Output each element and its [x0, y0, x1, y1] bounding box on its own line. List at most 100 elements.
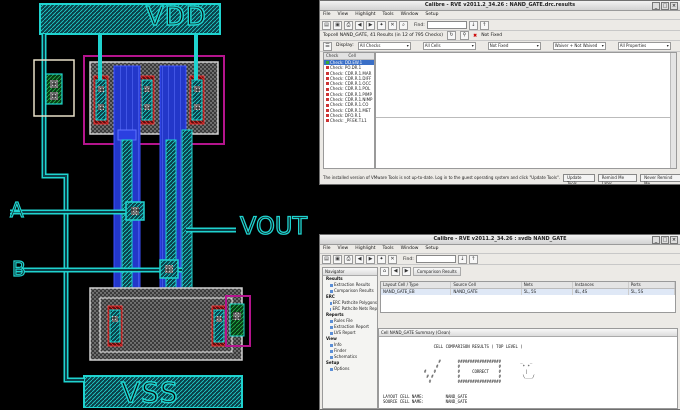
- back-icon[interactable]: ◀: [355, 254, 364, 264]
- cell-column-header[interactable]: Cell: [348, 53, 355, 59]
- close-icon[interactable]: ×: [670, 236, 678, 244]
- find-down-icon[interactable]: ↓: [468, 20, 478, 30]
- col-nets[interactable]: Nets: [522, 282, 573, 288]
- lvs-results-window[interactable]: Calibre - RVE v2011.2_34.26 : svdb NAND_…: [319, 234, 680, 410]
- drc-filter-row: ☰ Display: All Checks All Cells Not Fixe…: [320, 41, 680, 52]
- scrollbar[interactable]: [670, 53, 676, 168]
- close-icon[interactable]: ×: [670, 2, 678, 10]
- find-down-icon[interactable]: ↓: [457, 254, 467, 264]
- zoom-icon[interactable]: ⌕: [399, 20, 408, 30]
- results-summary: Topcell NAND_GATE, 41 Results (in 12 of …: [323, 33, 443, 38]
- forward-icon[interactable]: ▶: [366, 20, 375, 30]
- col-ports[interactable]: Ports: [629, 282, 675, 288]
- properties-filter-dropdown[interactable]: All Properties: [617, 42, 671, 50]
- not-fixed-label: Not Fixed: [481, 33, 503, 38]
- remind-later-button[interactable]: Remind Me Later: [597, 173, 638, 184]
- summary-line: SOURCE CELL NAME: NAND_GATE: [383, 399, 468, 404]
- print-icon[interactable]: ⎙: [344, 254, 353, 264]
- menu-setup[interactable]: Setup: [425, 245, 438, 253]
- nav-item-label: Options: [334, 366, 350, 371]
- label-vdd: VDD: [145, 1, 207, 33]
- highlight-icon[interactable]: ✦: [377, 254, 386, 264]
- back-icon[interactable]: ◀: [355, 20, 364, 30]
- menu-tools[interactable]: Tools: [383, 245, 394, 253]
- menu-setup[interactable]: Setup: [425, 11, 438, 19]
- menu-view[interactable]: View: [338, 245, 349, 253]
- nav-item-options[interactable]: Options: [323, 366, 377, 372]
- menu-window[interactable]: Window: [401, 11, 419, 19]
- vmware-status-bar: The installed version of VMware Tools is…: [320, 171, 680, 184]
- never-remind-button[interactable]: Never Remind Me: [640, 173, 680, 184]
- check-list-header: Check Cell: [324, 53, 374, 60]
- back-icon[interactable]: ◀: [391, 267, 400, 276]
- drc-title-bar[interactable]: Calibre - RVE v2011.2_34.26 : NAND_GATE.…: [320, 1, 680, 11]
- menu-window[interactable]: Window: [401, 245, 419, 253]
- report-icon: [330, 325, 333, 329]
- menu-view[interactable]: View: [338, 11, 349, 19]
- navigator-panel[interactable]: Navigator Results Extraction Results Com…: [322, 267, 378, 409]
- cell-source: NAND_GATE: [451, 289, 522, 295]
- check-detail-pane[interactable]: [375, 52, 677, 169]
- table-row[interactable]: NAND_GATE_EB NAND_GATE 5L, 5S 4L, 4S 5L,…: [381, 289, 675, 295]
- drc-window-title: Calibre - RVE v2011.2_34.26 : NAND_GATE.…: [424, 2, 576, 8]
- drc-results-window[interactable]: Calibre - RVE v2011.2_34.26 : NAND_GATE.…: [319, 0, 680, 185]
- waiver-filter-dropdown[interactable]: Waiver + Not Waived: [552, 42, 606, 50]
- open-icon[interactable]: ▤: [322, 20, 331, 30]
- lvs-toolbar: ▤ ▣ ⎙ ◀ ▶ ✦ ✕ Find: ↓ ↑: [320, 254, 680, 265]
- erc-icon: [330, 301, 332, 305]
- forward-icon[interactable]: ▶: [366, 254, 375, 264]
- navigator-tab[interactable]: Navigator: [323, 268, 377, 276]
- report-icon: [330, 319, 333, 323]
- clear-highlight-icon[interactable]: ✕: [388, 20, 397, 30]
- check-column-header[interactable]: Check: [326, 53, 338, 59]
- lvs-title-bar[interactable]: Calibre - RVE v2011.2_34.26 : svdb NAND_…: [320, 235, 680, 245]
- maximize-icon[interactable]: □: [661, 2, 669, 10]
- clear-highlight-icon[interactable]: ✕: [388, 254, 397, 264]
- layout-canvas[interactable]: VDD VSS A B VOUT: [0, 0, 318, 408]
- find-input[interactable]: [415, 255, 456, 263]
- filter-icon[interactable]: ⚲: [459, 31, 469, 40]
- navigator-tab-label: Navigator: [325, 269, 345, 274]
- maximize-icon[interactable]: □: [661, 236, 669, 244]
- col-instances[interactable]: Instances: [573, 282, 629, 288]
- menu-file[interactable]: File: [323, 11, 331, 19]
- status-filter-dropdown[interactable]: Not Fixed: [487, 42, 541, 50]
- menu-file[interactable]: File: [323, 245, 331, 253]
- minimize-icon[interactable]: _: [652, 236, 660, 244]
- find-input[interactable]: [426, 21, 467, 29]
- open-icon[interactable]: ▤: [322, 254, 331, 264]
- comparison-table[interactable]: Layout Cell / Type Source Cell Nets Inst…: [380, 281, 676, 313]
- save-icon[interactable]: ▣: [333, 20, 342, 30]
- highlight-icon[interactable]: ✦: [377, 20, 386, 30]
- table-header-row: Layout Cell / Type Source Cell Nets Inst…: [381, 282, 675, 289]
- col-layout-cell[interactable]: Layout Cell / Type: [381, 282, 452, 288]
- comparison-tools: ⌂ ◀ ▶ Comparison Results: [378, 267, 676, 276]
- find-up-icon[interactable]: ↑: [479, 20, 489, 30]
- result-pane[interactable]: [376, 53, 676, 118]
- nav-item-label: LVS Report: [334, 330, 356, 335]
- col-source-cell[interactable]: Source Cell: [451, 282, 522, 288]
- print-icon[interactable]: ⎙: [344, 20, 353, 30]
- menu-highlight[interactable]: Highlight: [355, 245, 375, 253]
- cell-instances: 4L, 4S: [573, 289, 629, 295]
- find-up-icon[interactable]: ↑: [468, 254, 478, 264]
- menu-highlight[interactable]: Highlight: [355, 11, 375, 19]
- display-toggle-icon[interactable]: ☰: [323, 41, 332, 51]
- save-icon[interactable]: ▣: [333, 254, 342, 264]
- home-icon[interactable]: ⌂: [380, 267, 389, 276]
- check-row[interactable]: Check: _PF.EK.T.L1: [324, 118, 374, 123]
- vmware-status-text: The installed version of VMware Tools is…: [323, 175, 561, 180]
- forward-icon[interactable]: ▶: [402, 267, 411, 276]
- lvs-window-title: Calibre - RVE v2011.2_34.26 : svdb NAND_…: [433, 236, 567, 242]
- check-list[interactable]: Check Cell Check: DD.EW.1 Check: PO.DR.1…: [323, 52, 375, 169]
- refresh-icon[interactable]: ↻: [446, 31, 456, 40]
- cell-summary-panel[interactable]: Cell NAND_GATE Summary (Clean) CELL COMP…: [378, 328, 678, 409]
- minimize-icon[interactable]: _: [652, 2, 660, 10]
- tab-comparison-results[interactable]: Comparison Results: [413, 267, 461, 276]
- update-tools-button[interactable]: Update Tools: [563, 173, 595, 184]
- summary-line: CELL COMPARISON RESULTS ( TOP LEVEL ): [383, 344, 523, 349]
- cells-filter-dropdown[interactable]: All Cells: [422, 42, 476, 50]
- checks-filter-dropdown[interactable]: All Checks: [357, 42, 411, 50]
- summary-title-bar: Cell NAND_GATE Summary (Clean): [379, 329, 677, 337]
- menu-tools[interactable]: Tools: [383, 11, 394, 19]
